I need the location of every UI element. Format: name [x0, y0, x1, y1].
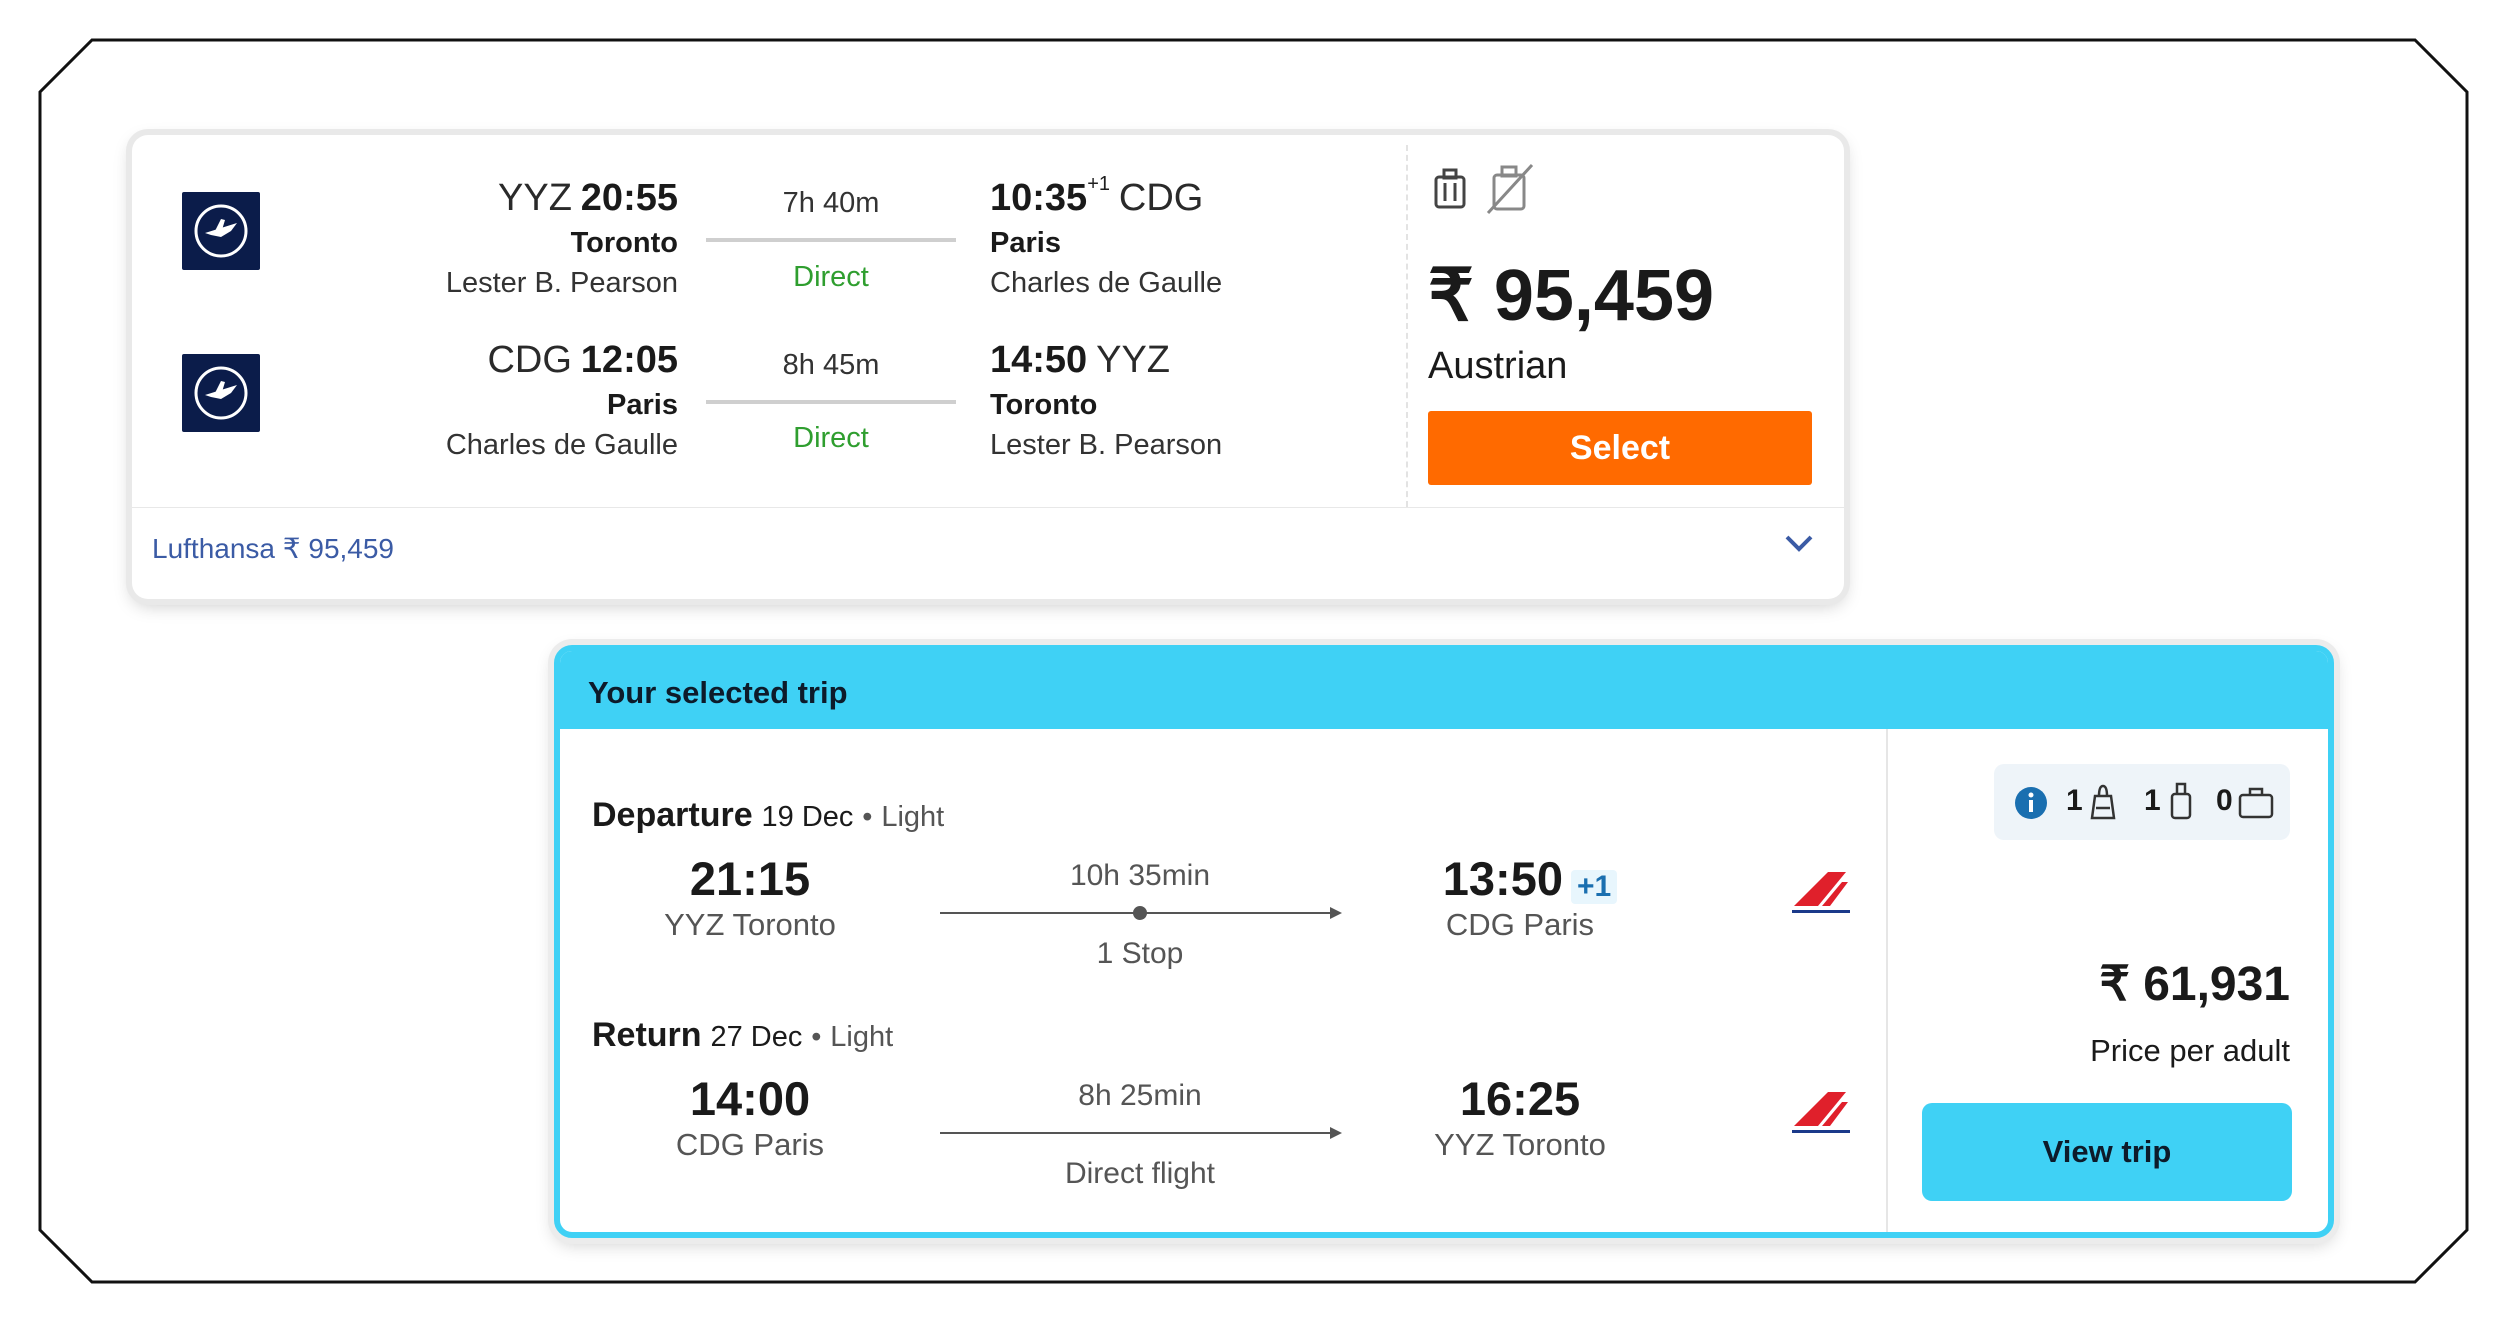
return-arrive-place: YYZ Toronto [1434, 1127, 1606, 1162]
info-icon[interactable] [2014, 786, 2048, 820]
outbound-arrive-time: 10:35 [990, 177, 1088, 219]
outbound-from-city: Toronto [570, 227, 678, 259]
departure-label: Departure [592, 796, 753, 834]
outbound-to-airport: Charles de Gaulle [990, 267, 1223, 299]
card-divider [1406, 145, 1408, 507]
card-footer-divider [132, 507, 1844, 508]
inbound-from-code: CDG [487, 339, 572, 381]
inbound-from-airport: Charles de Gaulle [445, 429, 678, 461]
personal-item-icon [2090, 784, 2116, 820]
departure-date: 19 Dec [761, 801, 854, 833]
return-depart-time: 14:00 [689, 1072, 811, 1125]
arrow-icon [1330, 907, 1342, 919]
inbound-from-city: Paris [607, 389, 678, 421]
outbound-stops: Direct [793, 261, 869, 293]
departure-duration: 10h 35min [1069, 859, 1211, 892]
air-france-logo [1792, 872, 1850, 913]
inbound-arrive-time: 14:50 [990, 339, 1088, 381]
outbound-duration: 7h 40m [782, 187, 880, 219]
inbound-to-airport: Lester B. Pearson [990, 429, 1223, 461]
cabin-bag-count: 1 [2144, 784, 2161, 817]
inbound-to-city: Toronto [990, 389, 1098, 421]
outbound-route-line [706, 238, 956, 242]
outbound-day-offset: +1 [1087, 173, 1111, 195]
return-arrive-time: 16:25 [1459, 1072, 1581, 1125]
cabin-bag-icon [2170, 782, 2192, 820]
chevron-down-icon[interactable] [1784, 531, 1814, 555]
card-divider [1886, 729, 1888, 1232]
return-fare: Light [830, 1021, 894, 1053]
selected-trip-header: Your selected trip [560, 651, 2328, 729]
departure-stops: 1 Stop [1096, 937, 1184, 970]
no-checked-bag-icon [1486, 163, 1534, 215]
baggage-summary[interactable]: 1 1 0 [1994, 764, 2290, 840]
checked-bag-icon [2238, 787, 2274, 819]
return-heading: Return 27 Dec • Light [592, 1016, 894, 1054]
departure-depart-time: 21:15 [689, 852, 811, 905]
flight-result-card[interactable]: YYZ 20:55 Toronto Lester B. Pearson 7h 4… [132, 135, 1844, 599]
air-france-logo [1792, 1092, 1850, 1133]
outbound-from-code: YYZ [498, 177, 572, 219]
trip-price: ₹ 61,931 [2099, 958, 2290, 1011]
price-note: Price per adult [2090, 1033, 2290, 1068]
inbound-duration: 8h 45m [782, 349, 880, 381]
return-date: 27 Dec [710, 1021, 803, 1053]
return-stops: Direct flight [1064, 1157, 1216, 1190]
inbound-stops: Direct [793, 422, 869, 454]
departure-fare: Light [881, 801, 945, 833]
arrow-icon [1330, 1127, 1342, 1139]
cabin-bag-icon [1434, 168, 1466, 209]
inbound-to-code: YYZ [1096, 339, 1170, 381]
card-price: ₹ 95,459 [1428, 256, 1715, 336]
select-button[interactable]: Select [1428, 411, 1812, 485]
outbound-to-city: Paris [990, 227, 1061, 259]
lufthansa-logo [182, 192, 260, 270]
outbound-depart-time: 20:55 [580, 177, 678, 219]
day-offset-badge: +1 [1571, 869, 1618, 904]
inbound-route-line [706, 400, 956, 404]
lufthansa-logo [182, 354, 260, 432]
checked-bag-count: 0 [2216, 784, 2233, 817]
outbound-from-airport: Lester B. Pearson [445, 267, 678, 299]
departure-arrive-time: 13:50 [1442, 852, 1563, 905]
card-airline: Austrian [1428, 345, 1568, 387]
stop-dot [1133, 906, 1147, 920]
alt-fare-link[interactable]: Lufthansa ₹ 95,459 [152, 532, 394, 565]
selected-trip-title: Your selected trip [588, 675, 848, 710]
inbound-depart-time: 12:05 [580, 339, 678, 381]
selected-trip-card: Your selected trip Departure 19 Dec • Li… [554, 645, 2334, 1238]
view-trip-button[interactable]: View trip [1922, 1103, 2292, 1201]
departure-depart-place: YYZ Toronto [664, 907, 836, 942]
outbound-to-code: CDG [1118, 177, 1204, 219]
return-depart-place: CDG Paris [675, 1127, 825, 1162]
personal-item-count: 1 [2066, 784, 2083, 817]
return-label: Return [592, 1016, 702, 1054]
departure-heading: Departure 19 Dec • Light [592, 796, 945, 834]
return-route-line [940, 1132, 1332, 1134]
departure-arrive-place: CDG Paris [1445, 907, 1595, 942]
return-duration: 8h 25min [1078, 1079, 1202, 1112]
